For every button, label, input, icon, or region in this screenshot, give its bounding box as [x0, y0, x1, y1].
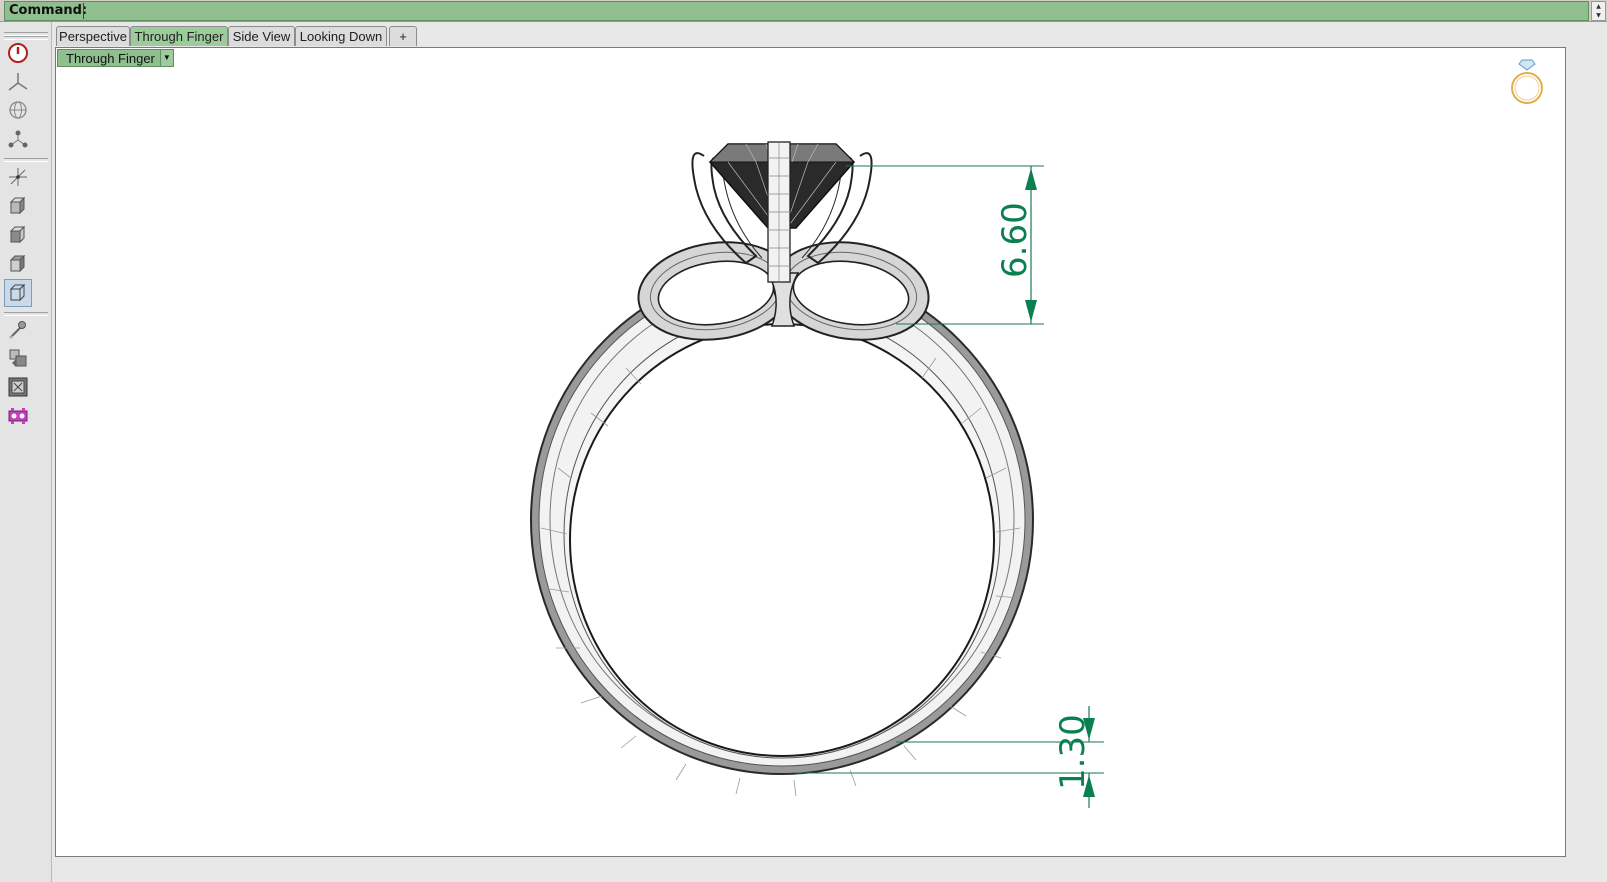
add-tab-icon[interactable]: +	[389, 26, 417, 46]
ring-shank	[530, 265, 1034, 797]
viewport-title-label: Through Finger	[66, 51, 155, 66]
command-input[interactable]	[83, 3, 1586, 19]
tab-looking-down[interactable]: Looking Down	[295, 26, 387, 46]
toolbar-separator	[4, 158, 48, 162]
power-icon[interactable]	[4, 39, 32, 67]
tripod-icon[interactable]	[4, 68, 32, 96]
layers-icon[interactable]	[4, 344, 32, 372]
axes-icon[interactable]	[4, 163, 32, 191]
viewport-title[interactable]: Through Finger ▼	[57, 49, 174, 67]
eyedropper-icon[interactable]	[4, 315, 32, 343]
cube-shaded-icon[interactable]	[4, 192, 32, 220]
scroll-down-icon[interactable]: ▼	[1592, 11, 1605, 20]
dimension-1-30-label: 1.30	[1053, 714, 1093, 790]
viewport-through-finger[interactable]: 6.60 1.30 Through Finger ▼	[55, 47, 1566, 857]
tab-through-finger[interactable]: Through Finger	[130, 26, 228, 46]
gear-purple-icon[interactable]	[4, 402, 32, 430]
right-margin	[1566, 47, 1607, 882]
frame-icon[interactable]	[4, 373, 32, 401]
ring-thumbnail-icon[interactable]	[1511, 59, 1543, 104]
tab-side-view[interactable]: Side View	[228, 26, 295, 46]
bottom-margin	[52, 857, 1607, 882]
cube-wire-icon[interactable]	[4, 279, 32, 307]
command-label: Command:	[9, 3, 88, 18]
scroll-up-icon[interactable]: ▲	[1592, 2, 1605, 11]
tab-perspective[interactable]: Perspective	[56, 26, 130, 46]
globe-icon[interactable]	[4, 96, 32, 124]
left-toolbar	[0, 22, 52, 882]
chevron-down-icon[interactable]: ▼	[159, 50, 173, 66]
nodes-icon[interactable]	[4, 125, 32, 153]
command-scrollbar[interactable]: ▲ ▼	[1591, 1, 1606, 21]
command-line: Command:	[4, 1, 1589, 21]
command-bar: Command: ▲ ▼	[0, 0, 1607, 22]
cube-front-icon[interactable]	[4, 221, 32, 249]
cube-side-icon[interactable]	[4, 250, 32, 278]
ring-model-scene[interactable]: 6.60 1.30	[56, 48, 1567, 858]
dimension-6-60-label: 6.60	[995, 202, 1035, 278]
